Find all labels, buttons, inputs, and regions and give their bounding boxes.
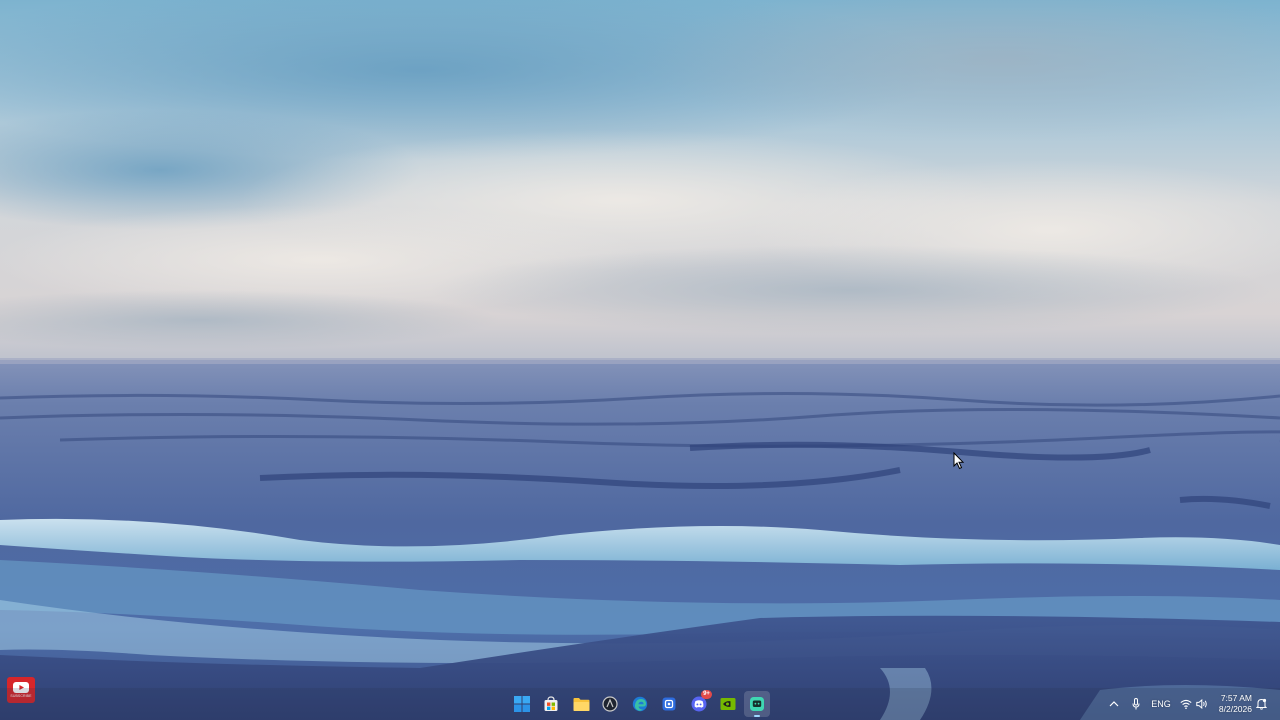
wallpaper-ocean-image (0, 0, 1280, 720)
discord-notification-badge: 9+ (701, 690, 712, 699)
windows-start-icon (514, 696, 530, 712)
taskbar: 9+ ENG 7:57 AM 8/2/2026 (0, 688, 1280, 720)
taskbar-clock[interactable]: 7:57 AM 8/2/2026 (1208, 693, 1252, 715)
tray-overflow-button[interactable] (1106, 695, 1122, 713)
taskbar-nvidia-button[interactable] (715, 691, 741, 717)
speaker-icon (1196, 699, 1207, 709)
notification-icon (1255, 698, 1267, 710)
taskbar-blue-app-button[interactable] (656, 691, 682, 717)
tray-volume-button[interactable] (1195, 695, 1209, 713)
tray-wifi-button[interactable] (1179, 695, 1193, 713)
taskbar-edge-button[interactable] (627, 691, 653, 717)
tray-language-button[interactable]: ENG (1150, 695, 1172, 713)
microphone-icon (1132, 698, 1140, 710)
store-icon (544, 696, 558, 711)
clock-time: 7:57 AM (1220, 693, 1252, 703)
taskbar-file-explorer-button[interactable] (568, 691, 594, 717)
taskbar-store-button[interactable] (538, 691, 564, 717)
mouse-cursor-icon (953, 452, 965, 470)
chevron-up-icon (1109, 701, 1119, 707)
taskbar-green-app-button[interactable] (744, 691, 770, 717)
taskbar-discord-button[interactable]: 9+ (686, 690, 712, 717)
tray-microphone-button[interactable] (1128, 695, 1144, 713)
language-indicator: ENG (1151, 699, 1171, 709)
wifi-icon (1180, 699, 1192, 709)
green-app-icon (750, 697, 764, 711)
clock-date: 8/2/2026 (1218, 704, 1252, 714)
folder-icon (573, 697, 589, 711)
blue-app-icon (662, 697, 676, 711)
nvidia-icon (720, 698, 736, 710)
circle-app-icon (602, 696, 618, 712)
edge-icon (632, 696, 648, 712)
desktop[interactable]: SUBSCRIBE 9+ ENG 7:57 AM 8/2/2026 (0, 0, 1280, 720)
tray-notifications-button[interactable] (1254, 695, 1268, 713)
taskbar-start-button[interactable] (509, 691, 535, 717)
taskbar-circle-app-button[interactable] (597, 691, 623, 717)
